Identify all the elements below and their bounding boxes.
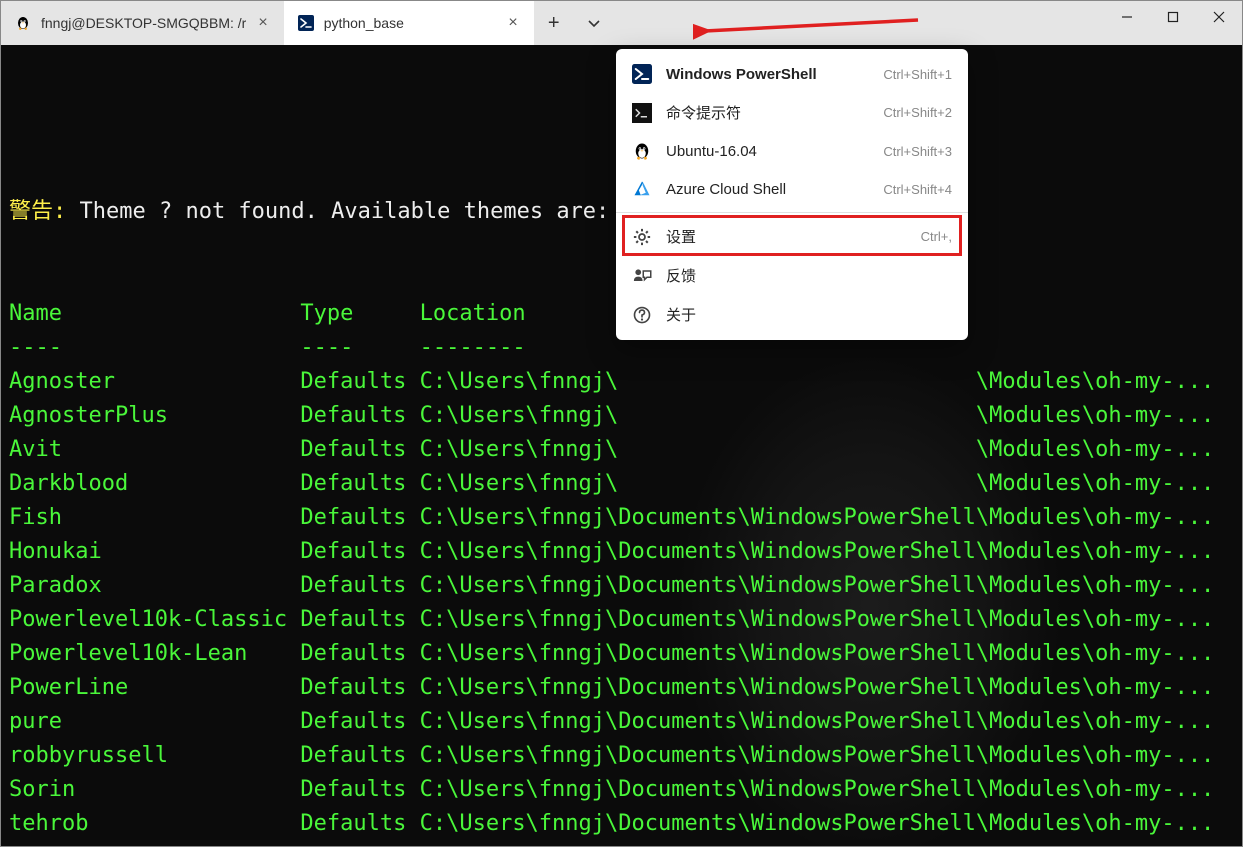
dropdown-item-label: Windows PowerShell	[666, 66, 869, 83]
ps-icon	[298, 15, 314, 31]
minimize-button[interactable]	[1104, 1, 1150, 33]
maximize-button[interactable]	[1150, 1, 1196, 33]
tab-strip: fnngj@DESKTOP-SMGQBBM: /r × python_base ×	[1, 1, 534, 45]
titlebar: fnngj@DESKTOP-SMGQBBM: /r × python_base × +	[1, 1, 1242, 45]
azure-icon	[632, 179, 652, 199]
help-icon	[632, 305, 652, 325]
dropdown-item-profile[interactable]: 命令提示符 Ctrl+Shift+2	[616, 93, 968, 132]
ps-icon	[632, 64, 652, 84]
dropdown-item-profile[interactable]: Ubuntu-16.04 Ctrl+Shift+3	[616, 132, 968, 170]
dropdown-item-label: 关于	[666, 304, 938, 325]
dropdown-item-profile[interactable]: Windows PowerShell Ctrl+Shift+1	[616, 55, 968, 93]
chevron-down-icon	[587, 16, 601, 30]
dropdown-item-action[interactable]: 反馈	[616, 256, 968, 295]
dropdown-item-shortcut: Ctrl+Shift+1	[883, 67, 952, 82]
dropdown-item-label: 设置	[666, 226, 907, 247]
dropdown-separator	[616, 212, 968, 213]
dropdown-item-action[interactable]: 关于	[616, 295, 968, 334]
window-controls	[1104, 1, 1242, 45]
dropdown-item-shortcut: Ctrl+Shift+2	[883, 105, 952, 120]
profiles-dropdown-menu: Windows PowerShell Ctrl+Shift+1 命令提示符 Ctrl+…	[616, 49, 968, 340]
dropdown-item-label: 命令提示符	[666, 102, 869, 123]
tab-1[interactable]: python_base ×	[284, 1, 534, 45]
dropdown-item-label: Azure Cloud Shell	[666, 181, 869, 198]
dropdown-item-action[interactable]: 设置 Ctrl+,	[616, 217, 968, 256]
minimize-icon	[1121, 11, 1133, 23]
feedback-icon	[632, 266, 652, 286]
dropdown-item-shortcut: Ctrl+,	[921, 229, 952, 244]
tab-close-button[interactable]: ×	[256, 14, 269, 32]
tab-title: fnngj@DESKTOP-SMGQBBM: /r	[41, 15, 246, 31]
tab-0[interactable]: fnngj@DESKTOP-SMGQBBM: /r ×	[1, 1, 284, 45]
dropdown-item-shortcut: Ctrl+Shift+4	[883, 182, 952, 197]
close-icon	[1213, 11, 1225, 23]
new-tab-button[interactable]: +	[534, 1, 574, 45]
tux-icon	[15, 15, 31, 31]
titlebar-actions: +	[534, 1, 614, 45]
tab-title: python_base	[324, 15, 497, 31]
tab-close-button[interactable]: ×	[506, 14, 519, 32]
dropdown-item-label: 反馈	[666, 265, 938, 286]
maximize-icon	[1167, 11, 1179, 23]
close-window-button[interactable]	[1196, 1, 1242, 33]
dropdown-item-label: Ubuntu-16.04	[666, 143, 869, 160]
cmd-icon	[632, 103, 652, 123]
tux-icon	[632, 141, 652, 161]
profiles-dropdown-button[interactable]	[574, 1, 614, 45]
dropdown-item-shortcut: Ctrl+Shift+3	[883, 144, 952, 159]
dropdown-item-profile[interactable]: Azure Cloud Shell Ctrl+Shift+4	[616, 170, 968, 208]
windows-terminal-window: fnngj@DESKTOP-SMGQBBM: /r × python_base × +	[0, 0, 1243, 847]
gear-icon	[632, 227, 652, 247]
